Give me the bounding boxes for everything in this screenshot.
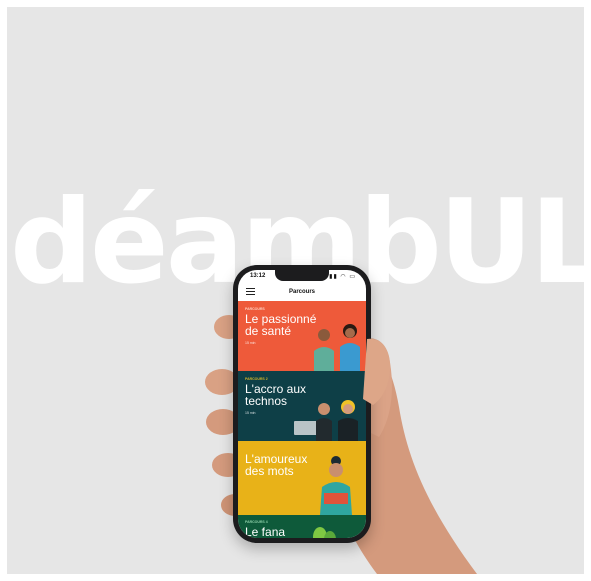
smartphone: 13:12 ▮▮ ◠ ▭ Parcours PARCOURS Le passio…: [233, 265, 371, 543]
people-illustration: [314, 324, 360, 371]
nav-title: Parcours: [288, 289, 315, 295]
status-time: 13:12: [250, 273, 266, 279]
card-kicker: PARCOURS: [245, 307, 265, 311]
card-duration: 15 min: [245, 341, 256, 345]
app-navbar: Parcours: [238, 284, 366, 301]
background-panel: déambUL 13:12 ▮▮ ◠ ▭ Parcours PARCOURS L…: [7, 7, 584, 574]
card-duration: 15 min: [245, 411, 256, 415]
card-kicker: PARCOURS 2: [245, 377, 268, 381]
card-title: Le fana: [245, 525, 286, 538]
card-fana[interactable]: PARCOURS 4 Le fana: [238, 515, 366, 538]
tech-people-illustration: [294, 400, 358, 441]
phone-screen: 13:12 ▮▮ ◠ ▭ Parcours PARCOURS Le passio…: [238, 270, 366, 538]
reader-illustration: [320, 456, 352, 515]
plant-illustration: [313, 527, 336, 538]
card-title: L'amoureux des mots: [245, 452, 308, 478]
phone-notch: [275, 270, 329, 281]
card-kicker: PARCOURS 4: [245, 520, 268, 524]
card-accro-technos[interactable]: PARCOURS 2 L'accro aux technos 15 min: [238, 371, 366, 441]
card-passionne-sante[interactable]: PARCOURS Le passionné de santé 15 min: [238, 301, 366, 371]
status-icons: ▮▮ ◠ ▭: [329, 274, 356, 280]
card-amoureux-mots[interactable]: L'amoureux des mots: [238, 441, 366, 515]
